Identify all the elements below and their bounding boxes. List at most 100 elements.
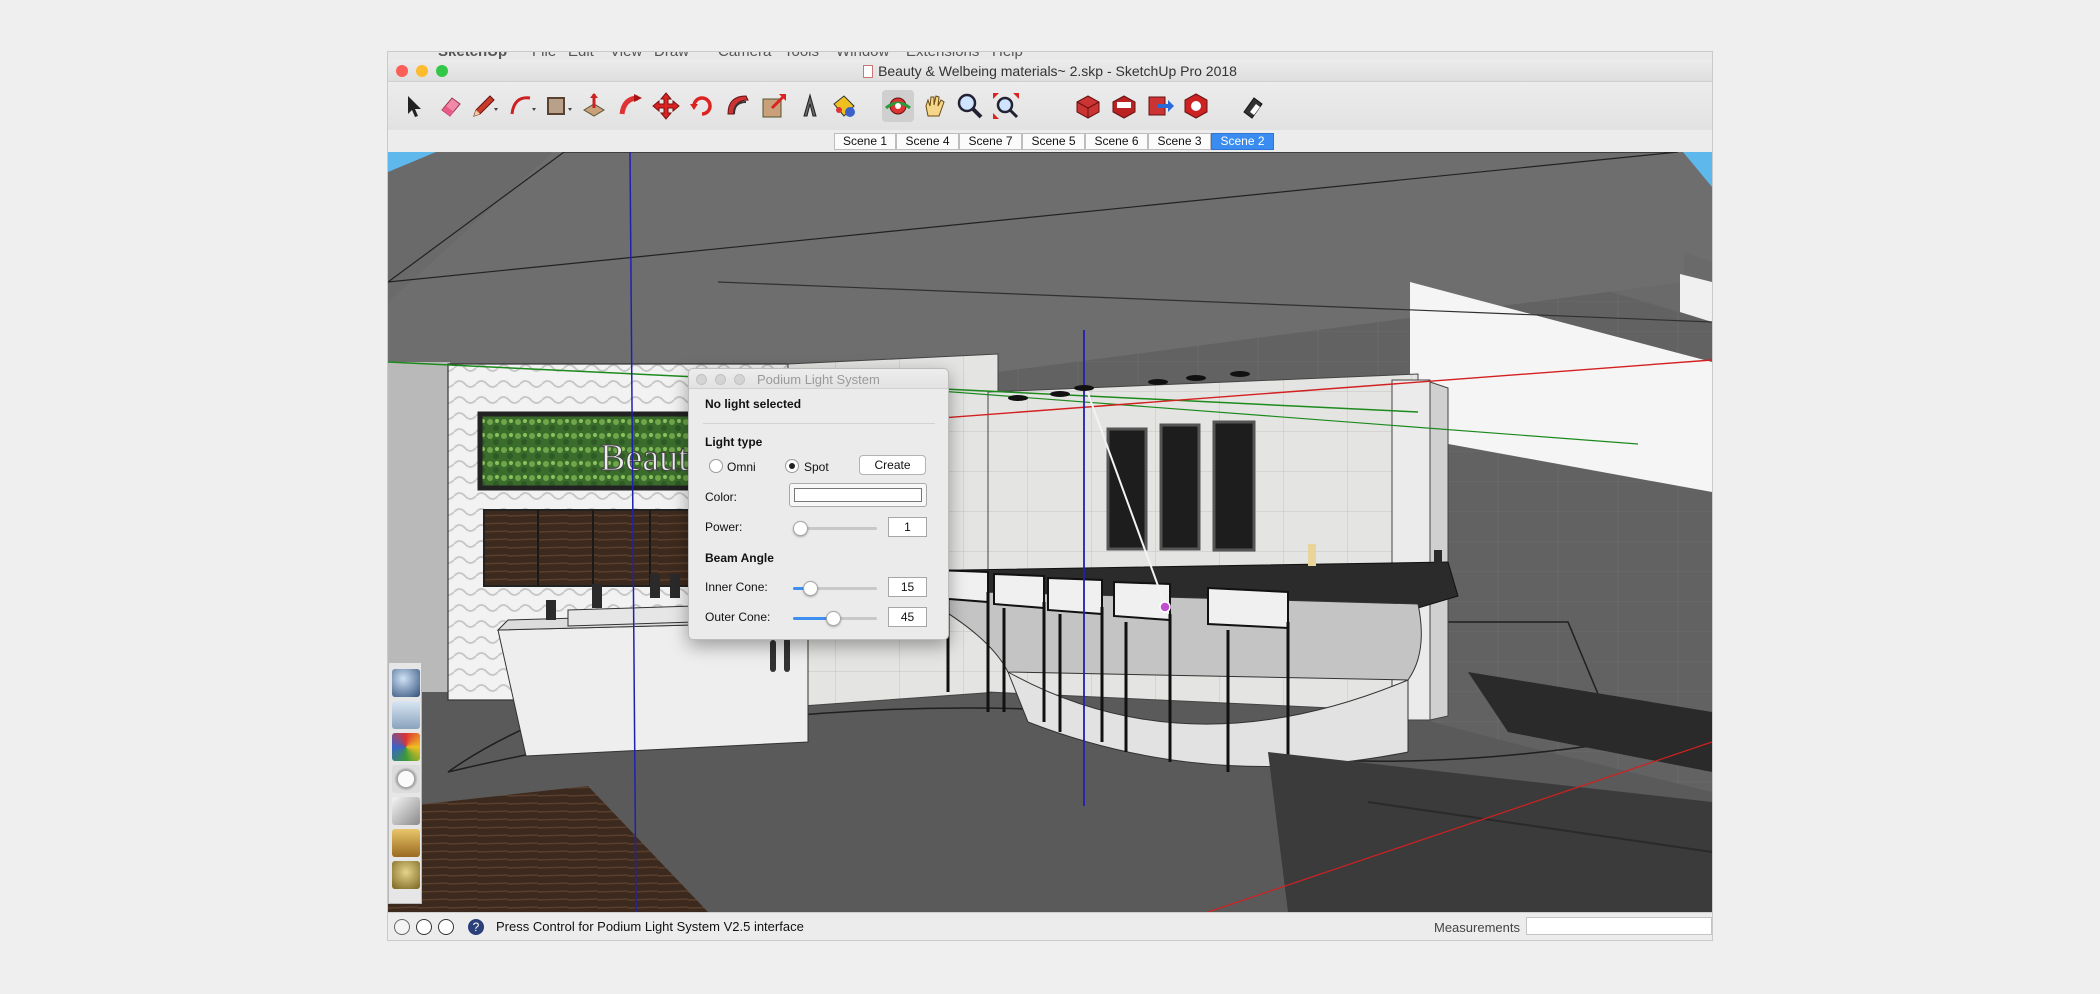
- color-swatch: [794, 488, 922, 502]
- color-label: Color:: [705, 490, 738, 504]
- credits-icon[interactable]: [416, 919, 432, 935]
- move-tool-icon[interactable]: [650, 90, 682, 122]
- mac-menubar: SketchUp File Edit View Draw Camera Tool…: [388, 52, 1712, 60]
- pan-tool-icon[interactable]: [918, 90, 950, 122]
- components-icon[interactable]: [392, 829, 420, 857]
- eraser-tool-icon[interactable]: [434, 90, 466, 122]
- menu-extensions[interactable]: Extensions: [906, 52, 979, 60]
- sketchup-window: SketchUp File Edit View Draw Camera Tool…: [388, 52, 1712, 940]
- scene-render: Beaut: [388, 152, 1712, 912]
- mirror-1: [1106, 427, 1148, 551]
- orbit-tool-icon[interactable]: [882, 90, 914, 122]
- spot-label: Spot: [804, 460, 829, 474]
- dialog-divider: [703, 423, 935, 424]
- outer-cone-slider[interactable]: [793, 611, 877, 626]
- sign-text: Beaut: [600, 437, 689, 479]
- tape-measure-tool-icon[interactable]: [794, 90, 826, 122]
- outer-cone-label: Outer Cone:: [705, 610, 771, 624]
- tab-scene-2[interactable]: Scene 2: [1211, 133, 1274, 150]
- tab-scene-7[interactable]: Scene 7: [959, 133, 1022, 150]
- main-toolbar: [388, 82, 1712, 130]
- tray-panel: [388, 662, 422, 904]
- dialog-close-button[interactable]: [696, 374, 707, 385]
- dialog-zoom-button[interactable]: [734, 374, 745, 385]
- shadows-icon[interactable]: [392, 765, 420, 793]
- tab-scene-3[interactable]: Scene 3: [1148, 133, 1211, 150]
- rectangle-tool-icon[interactable]: [542, 90, 574, 122]
- extension-warehouse-tool-icon[interactable]: [1180, 90, 1212, 122]
- window-title-text: Beauty & Welbeing materials~ 2.skp - Ske…: [878, 63, 1237, 79]
- reception-desk: [497, 621, 809, 757]
- podium-light-icon[interactable]: [392, 861, 420, 889]
- menu-draw[interactable]: Draw: [654, 52, 689, 60]
- menu-file[interactable]: File: [532, 52, 556, 60]
- mirror-2: [1159, 423, 1201, 551]
- tools-icon[interactable]: [392, 797, 420, 825]
- arc-tool-icon[interactable]: [506, 90, 538, 122]
- zoom-tool-icon[interactable]: [954, 90, 986, 122]
- pencil-line-tool-icon[interactable]: [468, 90, 500, 122]
- menu-tools[interactable]: Tools: [784, 52, 819, 60]
- dialog-minimize-button[interactable]: [715, 374, 726, 385]
- menu-sketchup[interactable]: SketchUp: [438, 52, 507, 60]
- spotlight-target-marker[interactable]: [1159, 601, 1171, 613]
- tab-scene-1[interactable]: Scene 1: [834, 133, 896, 150]
- help-icon[interactable]: ?: [468, 919, 484, 935]
- menu-camera[interactable]: Camera: [718, 52, 771, 60]
- component-tool-icon[interactable]: [1072, 90, 1104, 122]
- menu-help[interactable]: Help: [992, 52, 1023, 60]
- paint-bucket-tool-icon[interactable]: [828, 90, 860, 122]
- omni-radio[interactable]: [709, 459, 723, 473]
- user-account-icon[interactable]: [438, 919, 454, 935]
- inner-cone-slider[interactable]: [793, 581, 877, 596]
- tab-scene-4[interactable]: Scene 4: [896, 133, 959, 150]
- dialog-title: Podium Light System: [757, 372, 880, 387]
- offset-tool-icon[interactable]: [722, 90, 754, 122]
- spot-radio[interactable]: [785, 459, 799, 473]
- light-status-text: No light selected: [705, 397, 802, 411]
- rotate-tool-icon[interactable]: [686, 90, 718, 122]
- status-message: Press Control for Podium Light System V2…: [496, 919, 804, 934]
- power-field[interactable]: 1: [888, 517, 927, 537]
- outer-cone-field[interactable]: 45: [888, 607, 927, 627]
- materials-icon[interactable]: [392, 733, 420, 761]
- status-bar: ? Press Control for Podium Light System …: [388, 912, 1712, 940]
- tab-scene-5[interactable]: Scene 5: [1022, 133, 1085, 150]
- light-type-label: Light type: [705, 435, 763, 449]
- scene-tabs-bar: Scene 1 Scene 4 Scene 7 Scene 5 Scene 6 …: [388, 130, 1712, 152]
- outer-cone-slider-knob[interactable]: [826, 611, 841, 626]
- inner-cone-field[interactable]: 15: [888, 577, 927, 597]
- share-model-tool-icon[interactable]: [1144, 90, 1176, 122]
- menu-window[interactable]: Window: [836, 52, 889, 60]
- power-label: Power:: [705, 520, 743, 534]
- menu-edit[interactable]: Edit: [568, 52, 594, 60]
- 3d-model-viewport[interactable]: Beaut Podium Light System No light selec…: [388, 152, 1712, 912]
- follow-me-tool-icon[interactable]: [614, 90, 646, 122]
- inner-cone-slider-knob[interactable]: [803, 581, 818, 596]
- power-slider[interactable]: [793, 521, 877, 536]
- podium-light-system-dialog: Podium Light System No light selected Li…: [688, 368, 949, 640]
- mirror-3: [1212, 420, 1256, 552]
- tab-scene-6[interactable]: Scene 6: [1085, 133, 1148, 150]
- zoom-extents-tool-icon[interactable]: [990, 90, 1022, 122]
- dialog-titlebar: Podium Light System: [689, 369, 948, 389]
- select-tool-icon[interactable]: [398, 90, 430, 122]
- beam-angle-label: Beam Angle: [705, 551, 774, 565]
- geo-location-icon[interactable]: [394, 919, 410, 935]
- window-title: Beauty & Welbeing materials~ 2.skp - Ske…: [388, 63, 1712, 79]
- layout-tool-icon[interactable]: [1236, 90, 1268, 122]
- power-slider-knob[interactable]: [793, 521, 808, 536]
- measurements-input[interactable]: [1526, 917, 1712, 935]
- color-swatch-well[interactable]: [789, 483, 927, 507]
- push-pull-tool-icon[interactable]: [578, 90, 610, 122]
- styles-icon[interactable]: [392, 669, 420, 697]
- measurements-label: Measurements: [1434, 920, 1520, 935]
- scale-tool-icon[interactable]: [758, 90, 790, 122]
- omni-label: Omni: [727, 460, 756, 474]
- create-button[interactable]: Create: [859, 455, 926, 475]
- 3d-warehouse-tool-icon[interactable]: [1108, 90, 1140, 122]
- left-wall: [388, 362, 450, 692]
- scenes-icon[interactable]: [392, 701, 420, 729]
- menu-view[interactable]: View: [610, 52, 642, 60]
- window-titlebar: Beauty & Welbeing materials~ 2.skp - Ske…: [388, 60, 1712, 82]
